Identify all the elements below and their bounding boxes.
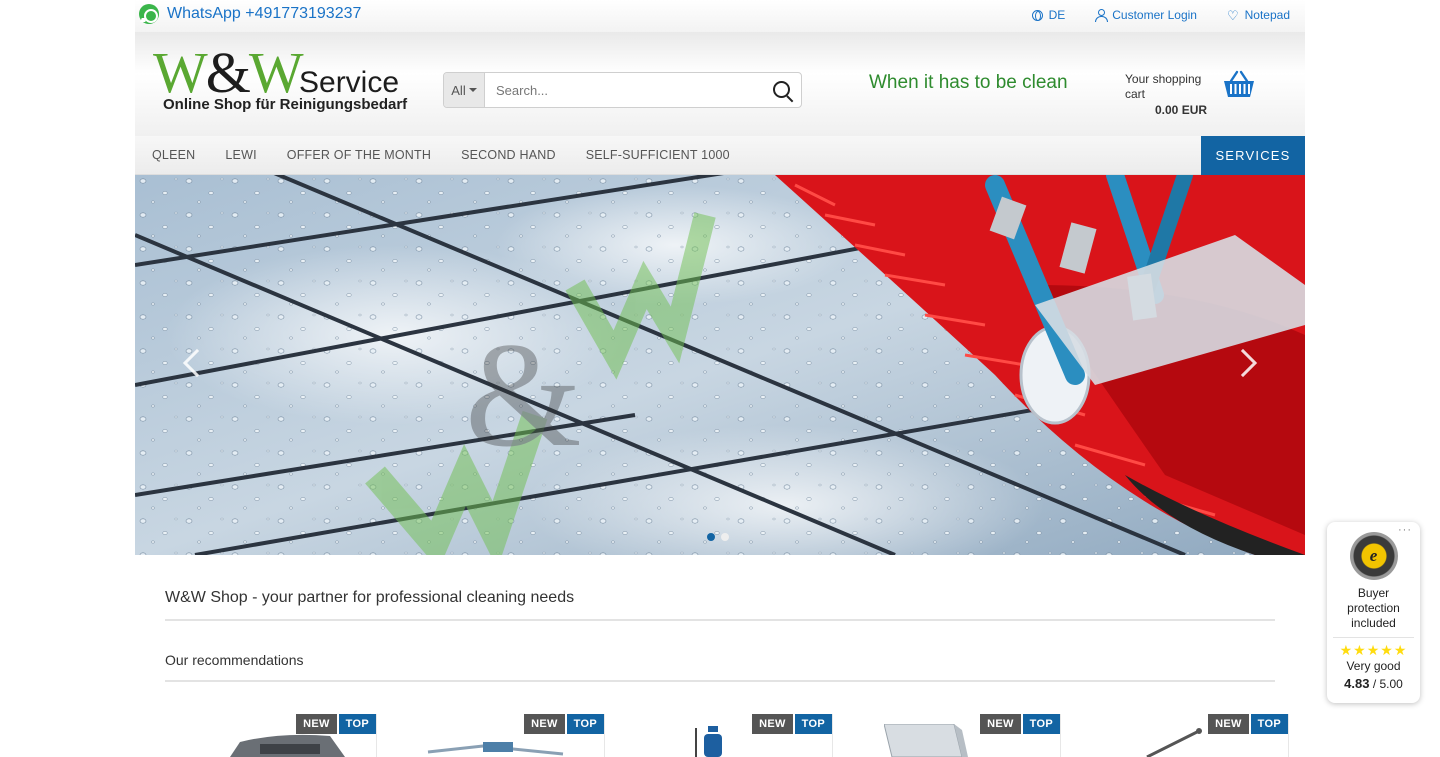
logo-service: Service	[299, 66, 400, 99]
product-card[interactable]: NEW TOP	[393, 714, 605, 757]
hero-slider: &	[135, 175, 1305, 555]
nav-item-lewi[interactable]: LEWI	[225, 148, 256, 162]
new-badge: NEW	[296, 714, 337, 734]
search-category-select[interactable]: All	[444, 73, 485, 107]
trusted-shops-badge[interactable]: ··· e Buyer protection included ★★★★★ Ve…	[1327, 522, 1420, 703]
language-label: DE	[1048, 8, 1066, 22]
product-list: NEW TOP NEW TOP NEW TOP NEW TOP NEW TOP	[165, 714, 1290, 757]
top-bar: WhatsApp +491773193237 DE Customer Login…	[135, 0, 1305, 32]
hero-image: &	[135, 175, 1305, 555]
rating-score: 4.83 / 5.00	[1344, 676, 1403, 691]
caret-down-icon	[468, 88, 477, 92]
product-card[interactable]: NEW TOP	[165, 714, 377, 757]
page-headline: W&W Shop - your partner for professional…	[165, 589, 1275, 621]
top-links: DE Customer Login ♡ Notepad	[1031, 8, 1290, 22]
top-badge: TOP	[1250, 714, 1288, 734]
top-badge: TOP	[566, 714, 604, 734]
top-badge: TOP	[338, 714, 376, 734]
cart-total: 0.00 EUR	[1155, 103, 1208, 117]
language-switcher[interactable]: DE	[1031, 8, 1066, 22]
slider-dot-1[interactable]	[707, 533, 715, 541]
more-options-icon[interactable]: ···	[1398, 524, 1412, 536]
slider-dots	[707, 533, 729, 541]
new-badge: NEW	[752, 714, 793, 734]
product-badges: NEW TOP	[1208, 714, 1288, 734]
whatsapp-link[interactable]: WhatsApp +491773193237	[139, 4, 361, 24]
rating-stars-icon: ★★★★★	[1339, 642, 1408, 658]
rating-text: Very good	[1346, 659, 1401, 673]
product-badges: NEW TOP	[524, 714, 604, 734]
notepad-link[interactable]: ♡ Notepad	[1227, 8, 1290, 22]
top-badge: TOP	[794, 714, 832, 734]
nav-item-second-hand[interactable]: SECOND HAND	[461, 148, 556, 162]
user-icon	[1095, 9, 1109, 22]
heart-icon: ♡	[1226, 7, 1239, 23]
product-card[interactable]: NEW TOP	[621, 714, 833, 757]
product-image	[884, 724, 968, 757]
product-badges: NEW TOP	[752, 714, 832, 734]
page: WhatsApp +491773193237 DE Customer Login…	[0, 0, 1440, 757]
trusted-shops-seal-icon: e	[1349, 532, 1398, 580]
customer-login-label: Customer Login	[1112, 8, 1197, 22]
buyer-protection-label: Buyer protection included	[1333, 586, 1414, 638]
product-badges: NEW TOP	[296, 714, 376, 734]
whatsapp-icon	[139, 4, 159, 24]
cart-label: Your shopping cart	[1125, 72, 1202, 101]
product-image	[695, 726, 722, 757]
globe-icon	[1031, 9, 1043, 21]
slider-dot-2[interactable]	[721, 533, 729, 541]
customer-login-link[interactable]: Customer Login	[1095, 8, 1197, 22]
new-badge: NEW	[1208, 714, 1249, 734]
product-card[interactable]: NEW TOP	[849, 714, 1061, 757]
search-input[interactable]	[485, 73, 765, 107]
svg-text:&: &	[465, 312, 582, 478]
notepad-label: Notepad	[1244, 8, 1290, 22]
recommendations-heading: Our recommendations	[165, 652, 1275, 682]
product-image	[1146, 728, 1202, 757]
search-category-label: All	[451, 82, 466, 98]
logo-wordmark: W&W	[153, 40, 304, 105]
whatsapp-label: WhatsApp +491773193237	[167, 5, 362, 22]
nav-item-qleen[interactable]: QLEEN	[152, 148, 195, 162]
product-badges: NEW TOP	[980, 714, 1060, 734]
site-logo[interactable]: W&W Service Online Shop für Reinigungsbe…	[153, 40, 407, 116]
new-badge: NEW	[980, 714, 1021, 734]
main-nav: QLEEN LEWI OFFER OF THE MONTH SECOND HAN…	[135, 136, 1305, 175]
basket-icon[interactable]	[1223, 70, 1255, 98]
slogan: When it has to be clean	[869, 72, 1068, 93]
search-icon[interactable]	[765, 73, 801, 107]
product-card[interactable]: NEW TOP	[1077, 714, 1289, 757]
new-badge: NEW	[524, 714, 565, 734]
nav-item-offer-of-the-month[interactable]: OFFER OF THE MONTH	[287, 148, 431, 162]
header: W&W Service Online Shop für Reinigungsbe…	[135, 32, 1305, 136]
search-bar: All	[443, 72, 802, 108]
top-badge: TOP	[1022, 714, 1060, 734]
services-button[interactable]: SERVICES	[1201, 136, 1305, 175]
nav-item-self-sufficient[interactable]: SELF-SUFFICIENT 1000	[586, 148, 730, 162]
logo-subtitle: Online Shop für Reinigungsbedarf	[163, 96, 408, 113]
